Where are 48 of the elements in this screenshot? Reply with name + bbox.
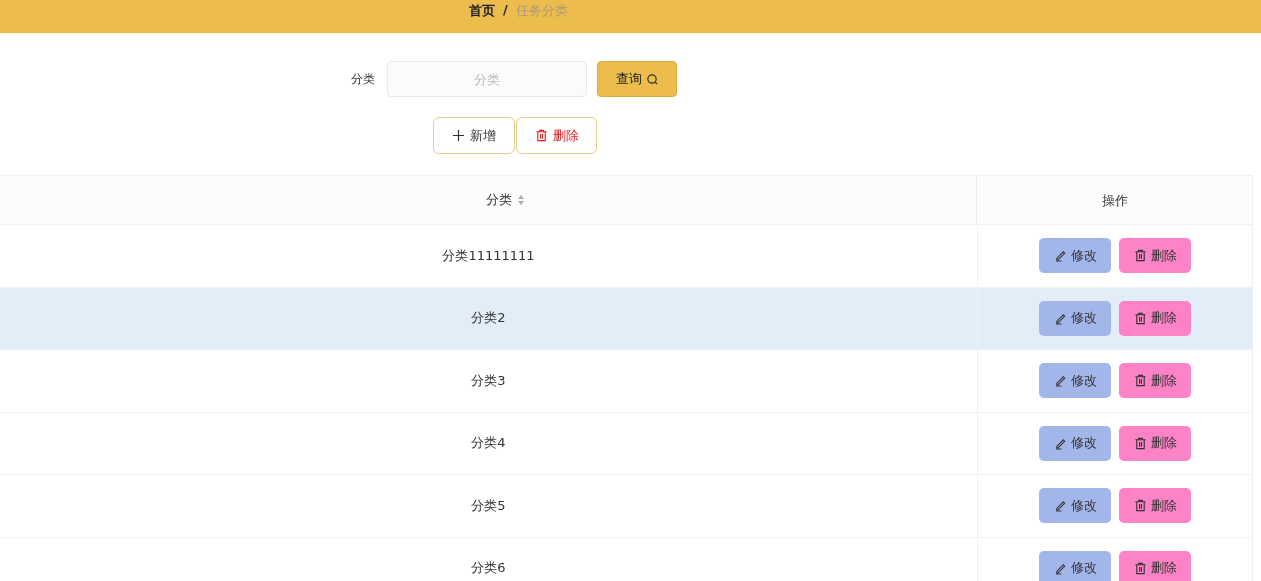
trash-icon	[1133, 561, 1147, 575]
pencil-icon	[1053, 374, 1067, 388]
sort-icon[interactable]	[517, 194, 525, 206]
pencil-icon	[1053, 499, 1067, 513]
delete-button[interactable]: 删除	[1119, 300, 1191, 336]
edit-button[interactable]: 修改	[1039, 238, 1111, 274]
trash-icon	[1133, 249, 1147, 263]
table-cell: 分类5	[471, 496, 506, 515]
search-icon	[645, 72, 659, 86]
add-button[interactable]: 新增	[433, 117, 515, 154]
table-cell: 分类6	[471, 559, 506, 578]
breadcrumb-separator: /	[503, 2, 508, 19]
edit-button[interactable]: 修改	[1039, 300, 1111, 336]
delete-button[interactable]: 删除	[1119, 550, 1191, 581]
table-cell: 分类2	[471, 309, 506, 328]
column-header[interactable]: 分类	[0, 176, 977, 224]
table-cell: 分类3	[471, 371, 506, 390]
delete-button[interactable]: 删除	[1119, 488, 1191, 524]
table-row[interactable]: 分类3 修改 删除	[0, 350, 1252, 413]
edit-button[interactable]: 修改	[1039, 363, 1111, 399]
search-field[interactable]: 分类	[387, 61, 587, 97]
delete-button[interactable]: 删除	[1119, 238, 1191, 274]
column-header: 操作	[1100, 192, 1129, 210]
edit-button[interactable]: 修改	[1039, 550, 1111, 581]
table-row[interactable]: 分类2 修改 删除	[0, 287, 1252, 350]
edit-button[interactable]: 修改	[1039, 425, 1111, 461]
table-row[interactable]: 分类4 修改 删除	[0, 412, 1252, 475]
trash-icon	[1133, 311, 1147, 325]
search-button[interactable]: 查询	[597, 61, 677, 97]
trash-icon	[1133, 499, 1147, 513]
breadcrumb-link[interactable]: 首页	[469, 2, 495, 20]
delete-button[interactable]: 删除	[516, 117, 597, 154]
trash-icon	[534, 129, 548, 142]
pencil-icon	[1053, 561, 1067, 575]
trash-icon	[1133, 374, 1147, 388]
field-label: 分类	[351, 70, 376, 88]
pencil-icon	[1053, 311, 1067, 325]
table-cell: 分类4	[471, 434, 506, 453]
delete-button[interactable]: 删除	[1119, 425, 1191, 461]
edit-button[interactable]: 修改	[1039, 488, 1111, 524]
table-row[interactable]: 分类11111111 修改 删除	[0, 225, 1252, 288]
table-row[interactable]: 分类5 修改 删除	[0, 475, 1252, 538]
table-cell: 分类11111111	[442, 246, 535, 265]
delete-button[interactable]: 删除	[1119, 363, 1191, 399]
trash-icon	[1133, 436, 1147, 450]
plus-icon	[452, 129, 465, 142]
pencil-icon	[1053, 249, 1067, 263]
pencil-icon	[1053, 436, 1067, 450]
